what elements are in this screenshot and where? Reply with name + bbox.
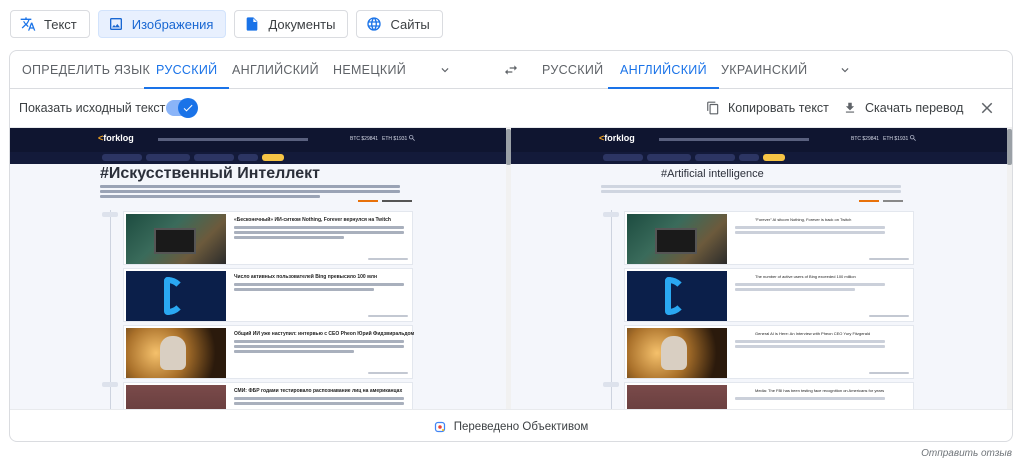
mode-documents-button[interactable]: Документы: [234, 10, 349, 38]
site-header: <forklog BTC $29841 ETH $1931: [10, 128, 506, 152]
close-icon[interactable]: [978, 99, 996, 117]
original-image-pane[interactable]: <forklog BTC $29841 ETH $1931 #Искусстве…: [10, 127, 506, 409]
mode-documents-label: Документы: [268, 16, 336, 32]
original-site-screenshot: <forklog BTC $29841 ETH $1931 #Искусстве…: [10, 128, 506, 409]
swap-languages-icon[interactable]: [502, 62, 520, 78]
document-icon: [244, 16, 260, 32]
send-feedback-link[interactable]: Отправить отзыв: [921, 448, 1012, 459]
mode-sites-label: Сайты: [390, 16, 430, 32]
language-bar: ОПРЕДЕЛИТЬ ЯЗЫК РУССКИЙ АНГЛИЙСКИЙ НЕМЕЦ…: [10, 51, 1012, 89]
article-card: СМИ: ФБР годами тестировало распознавани…: [123, 382, 413, 409]
eth-price: ETH $1931: [382, 136, 408, 142]
show-original-toggle[interactable]: [166, 98, 198, 118]
article-title: Общий ИИ уже наступил: интервью с CEO Ph…: [234, 331, 415, 337]
site-subnav: [511, 152, 1007, 164]
mode-text-label: Текст: [44, 16, 77, 32]
source-lang-detect[interactable]: ОПРЕДЕЛИТЬ ЯЗЫК: [22, 51, 150, 89]
translated-image-pane[interactable]: <forklog BTC $29841 ETH $1931 #Artificia…: [511, 127, 1007, 409]
article-title: General AI is Here: An Interview with Ph…: [755, 331, 871, 336]
site-logo: <forklog: [98, 133, 134, 143]
translated-site-screenshot: <forklog BTC $29841 ETH $1931 #Artificia…: [511, 128, 1007, 409]
article-title: The number of active users of Bing excee…: [755, 274, 856, 279]
card-footer: Переведено Объективом: [10, 409, 1012, 441]
target-lang-russian[interactable]: РУССКИЙ: [542, 51, 603, 89]
mode-tabs: Текст Изображения Документы Сайты: [10, 10, 443, 38]
mode-images-label: Изображения: [131, 16, 214, 32]
site-search-icon: [909, 135, 916, 141]
article-card: "Forever" AI sitcom Nothing, Forever is …: [624, 211, 914, 265]
translate-icon: [20, 16, 36, 32]
google-lens-icon: [434, 421, 445, 432]
copy-text-label: Копировать текст: [728, 101, 829, 115]
article-card: «Бесконечный» ИИ-ситком Nothing, Forever…: [123, 211, 413, 265]
article-card: General AI is Here: An Interview with Ph…: [624, 325, 914, 379]
article-title: СМИ: ФБР годами тестировало распознавани…: [234, 388, 403, 394]
site-logo: <forklog: [599, 133, 635, 143]
check-icon: [183, 104, 193, 112]
article-title: «Бесконечный» ИИ-ситком Nothing, Forever…: [234, 217, 391, 223]
source-lang-german[interactable]: НЕМЕЦКИЙ: [333, 51, 406, 89]
site-subnav: [10, 152, 506, 164]
copy-icon: [707, 101, 719, 115]
article-card: Общий ИИ уже наступил: интервью с CEO Ph…: [123, 325, 415, 379]
right-scrollbar[interactable]: [1007, 127, 1012, 409]
download-translation-button[interactable]: Скачать перевод: [843, 97, 963, 119]
site-page-title: #Artificial intelligence: [661, 168, 764, 180]
article-card: The number of active users of Bing excee…: [624, 268, 914, 322]
source-lang-russian[interactable]: РУССКИЙ: [143, 51, 230, 89]
translated-by-lens-label: Переведено Объективом: [453, 420, 589, 433]
mode-text-button[interactable]: Текст: [10, 10, 90, 38]
image-icon: [108, 16, 124, 32]
target-lang-english[interactable]: АНГЛИЙСКИЙ: [608, 51, 719, 89]
btc-price: BTC $29841: [350, 136, 379, 142]
toggle-knob: [178, 98, 198, 118]
globe-icon: [366, 16, 382, 32]
article-title: Число активных пользователей Bing превыс…: [234, 274, 377, 280]
article-title: "Forever" AI sitcom Nothing, Forever is …: [755, 217, 852, 222]
translation-card: ОПРЕДЕЛИТЬ ЯЗЫК РУССКИЙ АНГЛИЙСКИЙ НЕМЕЦ…: [9, 50, 1013, 442]
site-header: <forklog BTC $29841 ETH $1931: [511, 128, 1007, 152]
download-translation-label: Скачать перевод: [865, 101, 964, 115]
mode-sites-button[interactable]: Сайты: [356, 10, 443, 38]
image-toolbar: Показать исходный текст Копировать текст…: [10, 89, 1012, 127]
eth-price: ETH $1931: [883, 136, 909, 142]
site-page-title: #Искусственный Интеллект: [100, 165, 320, 182]
source-lang-chevron-down-icon[interactable]: [438, 63, 452, 77]
mode-images-button[interactable]: Изображения: [97, 10, 227, 38]
btc-price: BTC $29841: [851, 136, 880, 142]
source-lang-english[interactable]: АНГЛИЙСКИЙ: [232, 51, 319, 89]
target-lang-ukrainian[interactable]: УКРАИНСКИЙ: [721, 51, 807, 89]
article-card: Число активных пользователей Bing превыс…: [123, 268, 413, 322]
target-lang-chevron-down-icon[interactable]: [838, 63, 852, 77]
copy-text-button[interactable]: Копировать текст: [706, 97, 829, 119]
download-icon: [845, 102, 855, 113]
show-original-label: Показать исходный текст: [19, 101, 166, 115]
article-card: Media: The FBI has been testing face rec…: [624, 382, 914, 409]
site-search-icon: [408, 135, 415, 141]
article-title: Media: The FBI has been testing face rec…: [755, 388, 885, 393]
